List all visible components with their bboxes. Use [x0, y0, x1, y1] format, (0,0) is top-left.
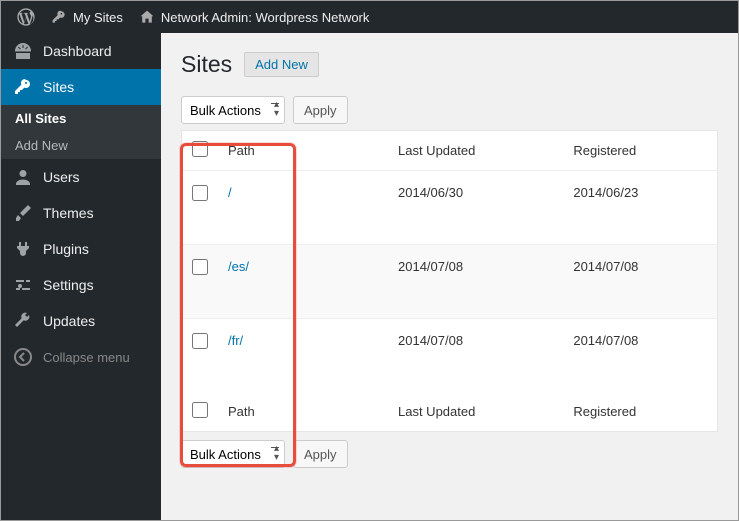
row-checkbox[interactable] [192, 185, 208, 201]
table-footer-row: Path Last Updated Registered [182, 392, 718, 432]
bulk-actions-wrapper-bottom: Bulk Actions ▴▾ [181, 440, 285, 468]
col-last-updated-footer[interactable]: Last Updated [388, 392, 563, 432]
menu-updates[interactable]: Updates [1, 303, 161, 339]
menu-sites-label: Sites [43, 79, 74, 95]
col-registered-footer[interactable]: Registered [563, 392, 717, 432]
my-sites-link[interactable]: My Sites [43, 1, 131, 33]
brush-icon [13, 203, 33, 223]
wordpress-icon [17, 8, 35, 26]
wrench-icon [13, 311, 33, 331]
menu-dashboard-label: Dashboard [43, 43, 112, 59]
key-icon [13, 77, 33, 97]
network-admin-link[interactable]: Network Admin: Wordpress Network [131, 1, 378, 33]
site-registered: 2014/07/08 [563, 319, 717, 393]
collapse-icon [13, 347, 33, 367]
sliders-icon [13, 275, 33, 295]
submenu-sites: All Sites Add New [1, 105, 161, 159]
bulk-actions-wrapper: Bulk Actions ▴▾ [181, 96, 285, 124]
sites-table: Path Last Updated Registered / 2014/06/30… [181, 130, 718, 432]
users-icon [13, 167, 33, 187]
bulk-actions-bottom: Bulk Actions ▴▾ Apply [181, 440, 718, 468]
table-header-row: Path Last Updated Registered [182, 131, 718, 171]
wp-logo[interactable] [9, 1, 43, 33]
select-all-checkbox[interactable] [192, 141, 208, 157]
submenu-add-new[interactable]: Add New [1, 132, 161, 159]
page-title: Sites [181, 51, 232, 78]
key-icon [51, 9, 67, 25]
collapse-menu-label: Collapse menu [43, 350, 130, 365]
add-new-button[interactable]: Add New [244, 52, 319, 77]
plug-icon [13, 239, 33, 259]
admin-sidebar: Dashboard Sites All Sites Add New Users … [1, 33, 161, 520]
col-registered-header[interactable]: Registered [563, 131, 717, 171]
admin-bar: My Sites Network Admin: Wordpress Networ… [1, 1, 738, 33]
menu-users-label: Users [43, 169, 80, 185]
site-last-updated: 2014/07/08 [388, 319, 563, 393]
site-path-link[interactable]: /es/ [228, 259, 249, 274]
dashboard-icon [13, 41, 33, 61]
table-row: /fr/2014/07/082014/07/08 [182, 319, 718, 393]
menu-themes[interactable]: Themes [1, 195, 161, 231]
site-last-updated: 2014/07/08 [388, 245, 563, 319]
apply-button-bottom[interactable]: Apply [293, 440, 348, 468]
bulk-actions-top: Bulk Actions ▴▾ Apply [181, 96, 718, 124]
home-icon [139, 9, 155, 25]
menu-settings[interactable]: Settings [1, 267, 161, 303]
col-path-footer[interactable]: Path [218, 392, 388, 432]
col-path-header[interactable]: Path [218, 131, 388, 171]
site-last-updated: 2014/06/30 [388, 171, 563, 245]
menu-settings-label: Settings [43, 277, 94, 293]
row-checkbox[interactable] [192, 333, 208, 349]
bulk-actions-select-bottom[interactable]: Bulk Actions [181, 440, 285, 468]
select-all-checkbox-footer[interactable] [192, 402, 208, 418]
table-row: / 2014/06/302014/06/23 [182, 171, 718, 245]
my-sites-label: My Sites [73, 10, 123, 25]
menu-users[interactable]: Users [1, 159, 161, 195]
menu-themes-label: Themes [43, 205, 94, 221]
bulk-actions-select[interactable]: Bulk Actions [181, 96, 285, 124]
apply-button[interactable]: Apply [293, 96, 348, 124]
menu-plugins-label: Plugins [43, 241, 89, 257]
row-checkbox[interactable] [192, 259, 208, 275]
menu-dashboard[interactable]: Dashboard [1, 33, 161, 69]
network-admin-label: Network Admin: Wordpress Network [161, 10, 370, 25]
menu-sites[interactable]: Sites [1, 69, 161, 105]
site-registered: 2014/07/08 [563, 245, 717, 319]
menu-plugins[interactable]: Plugins [1, 231, 161, 267]
collapse-menu[interactable]: Collapse menu [1, 339, 161, 375]
site-path-link[interactable]: / [228, 185, 232, 200]
table-row: /es/2014/07/082014/07/08 [182, 245, 718, 319]
content-area: Sites Add New Bulk Actions ▴▾ Apply Path… [161, 33, 738, 520]
menu-updates-label: Updates [43, 313, 95, 329]
submenu-all-sites[interactable]: All Sites [1, 105, 161, 132]
site-path-link[interactable]: /fr/ [228, 333, 243, 348]
col-last-updated-header[interactable]: Last Updated [388, 131, 563, 171]
page-header: Sites Add New [181, 51, 718, 78]
site-registered: 2014/06/23 [563, 171, 717, 245]
